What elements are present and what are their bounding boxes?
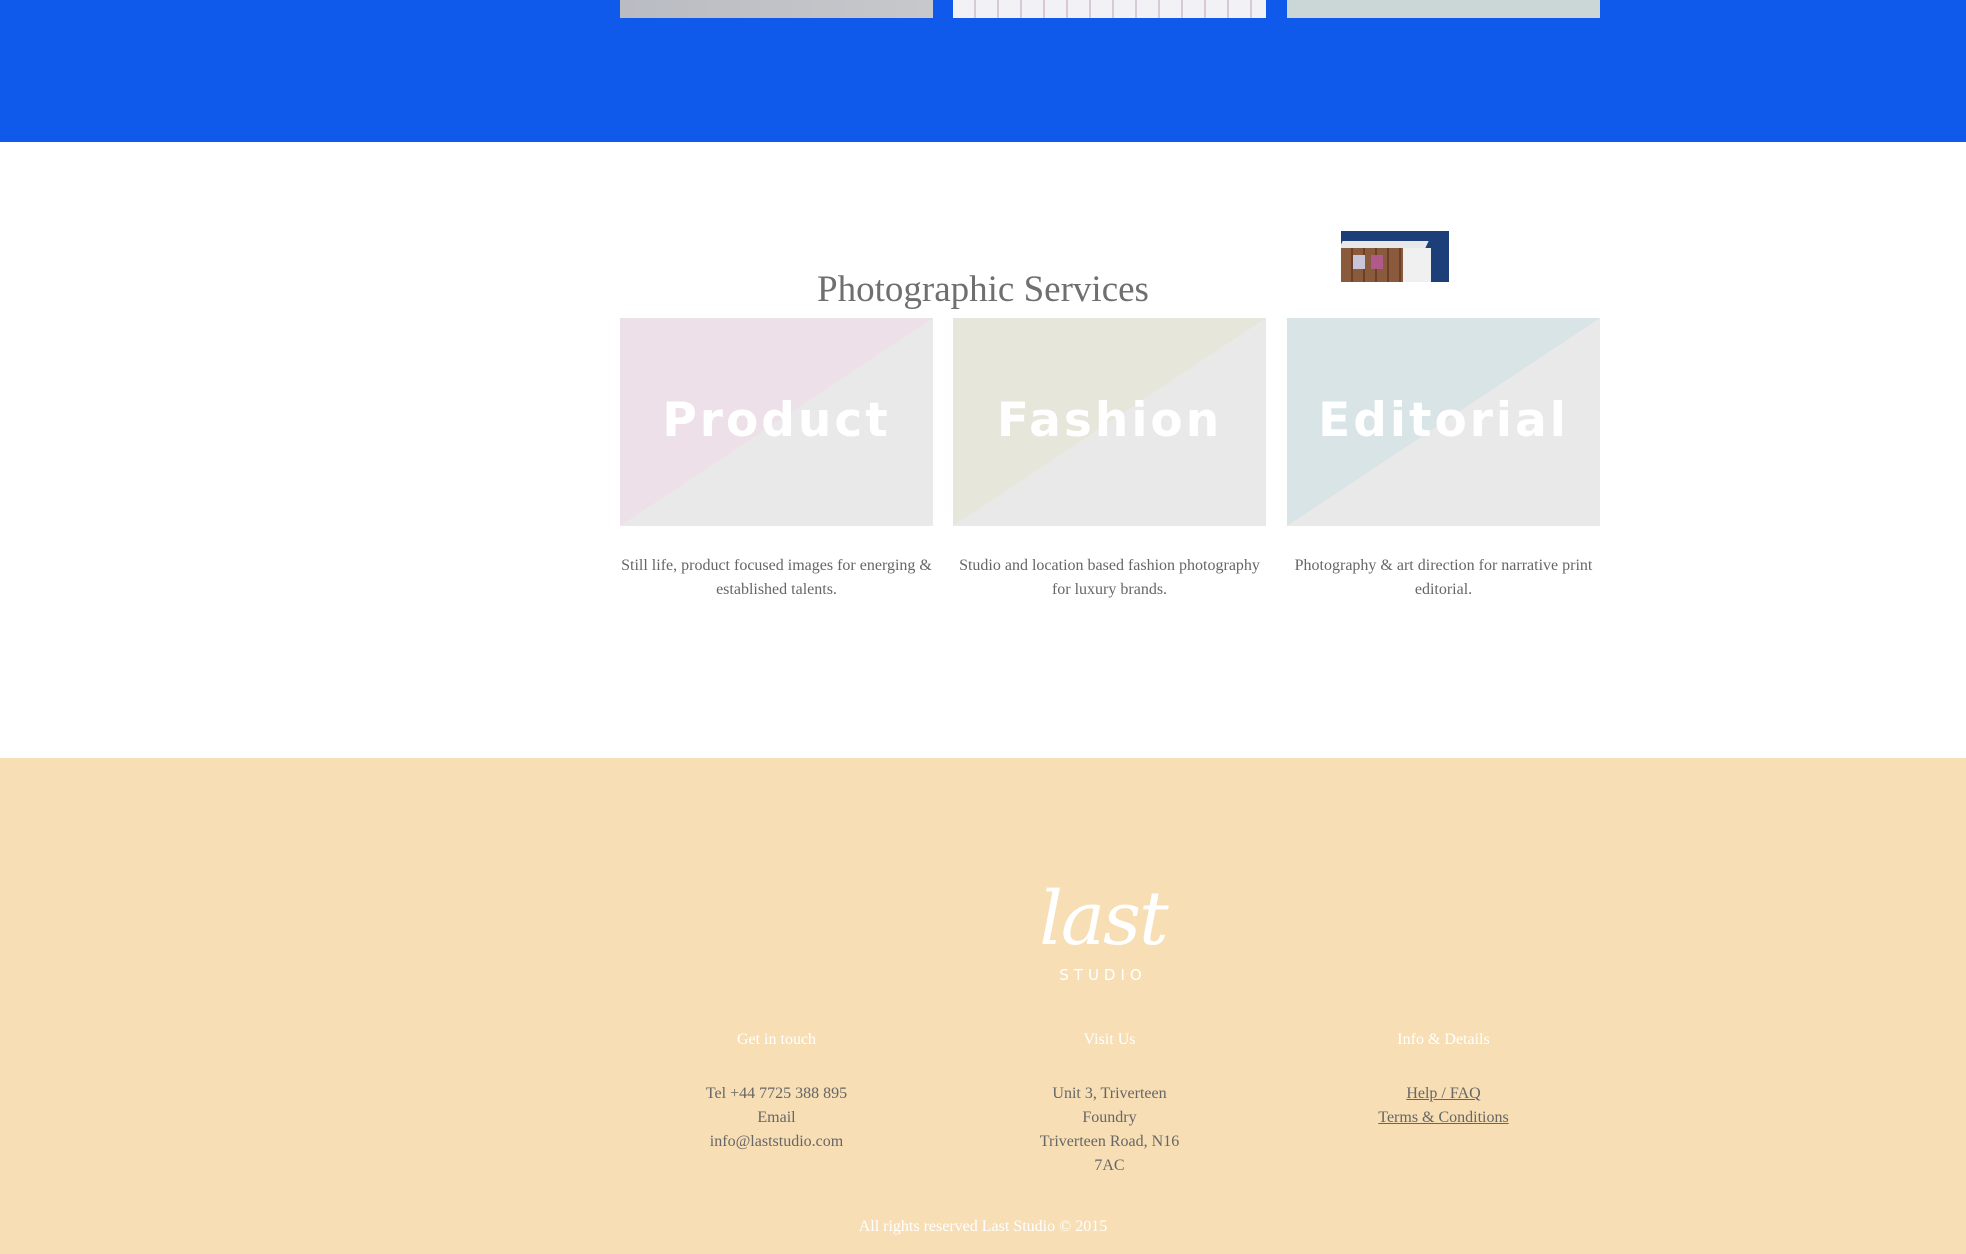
copyright-text: All rights reserved Last Studio © 2015 bbox=[858, 1218, 1108, 1235]
help-faq-link[interactable]: Help / FAQ bbox=[1287, 1082, 1600, 1106]
logo-subtitle: STUDIO bbox=[1059, 966, 1147, 984]
footer-visit: Visit Us Unit 3, Triverteen Foundry Triv… bbox=[953, 1028, 1266, 1178]
logo-script: last bbox=[1039, 876, 1169, 962]
section-title: Photographic Services bbox=[817, 269, 1149, 310]
last-studio-logo[interactable]: last STUDIO bbox=[1033, 878, 1173, 1006]
email-address[interactable]: info@laststudio.com bbox=[620, 1130, 933, 1154]
footer-heading: Visit Us bbox=[1083, 1031, 1136, 1048]
service-card-label: Product bbox=[662, 393, 891, 448]
footer-info: Info & Details Help / FAQ Terms & Condit… bbox=[1287, 1028, 1600, 1130]
footer-heading: Get in touch bbox=[736, 1031, 817, 1048]
service-card-label: Fashion bbox=[996, 393, 1223, 448]
address-line: 7AC bbox=[1094, 1157, 1125, 1174]
service-card-editorial[interactable]: Editorial bbox=[1287, 318, 1600, 526]
blue-banner bbox=[0, 0, 1966, 142]
gallery-thumbnail[interactable] bbox=[953, 0, 1266, 18]
service-description: Still life, product focused images for e… bbox=[621, 557, 932, 598]
footer: last STUDIO Get in touch Tel +44 7725 38… bbox=[0, 758, 1966, 1254]
service-card-label: Editorial bbox=[1318, 393, 1569, 448]
footer-heading: Info & Details bbox=[1397, 1031, 1490, 1048]
services-section: Photographic Services Product Fashion Ed… bbox=[0, 142, 1966, 758]
service-card-product[interactable]: Product bbox=[620, 318, 933, 526]
address-line: Foundry bbox=[1082, 1109, 1137, 1126]
gallery-thumbnail[interactable] bbox=[620, 0, 933, 18]
terms-link[interactable]: Terms & Conditions bbox=[1287, 1106, 1600, 1130]
service-card-fashion[interactable]: Fashion bbox=[953, 318, 1266, 526]
email-label: Email bbox=[757, 1109, 796, 1126]
service-description: Photography & art direction for narrativ… bbox=[1294, 557, 1593, 598]
gallery-thumbnail[interactable] bbox=[1287, 0, 1600, 18]
address-line: Unit 3, Triverteen bbox=[1052, 1085, 1167, 1102]
footer-contact: Get in touch Tel +44 7725 388 895 Email … bbox=[620, 1028, 933, 1154]
phone-number: Tel +44 7725 388 895 bbox=[705, 1085, 848, 1102]
address-line: Triverteen Road, N16 bbox=[1039, 1133, 1180, 1150]
service-description: Studio and location based fashion photog… bbox=[959, 557, 1260, 598]
